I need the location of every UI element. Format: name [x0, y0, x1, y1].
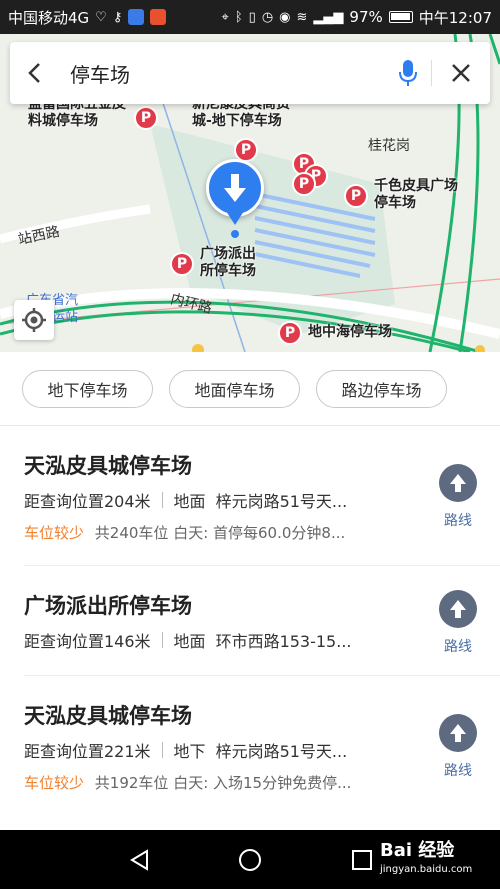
search-input[interactable]: 停车场 — [60, 59, 385, 88]
square-recents-icon — [352, 850, 372, 870]
clear-search-button[interactable] — [432, 42, 490, 104]
result-detail-text: 共240车位 白天: 首停每60.0分钟8... — [94, 524, 346, 542]
result-type: 地下 — [173, 742, 206, 761]
result-info: 距查询位置221米 地下 梓元岗路51号天... — [24, 738, 347, 762]
signal-icon: ▂▄▆ — [313, 9, 344, 25]
app-notification-icon — [128, 9, 145, 25]
status-bar: 中国移动4G ♡ ⚷ ⌖ ᛒ ▯ ◷ ◉ ≋ ▂▄▆ 97% 中午12:07 — [0, 0, 500, 34]
watermark-url: jingyan.baidu.com — [380, 864, 473, 875]
back-button[interactable] — [10, 42, 60, 104]
arrow-up-icon — [450, 724, 466, 742]
info-separator — [161, 492, 163, 508]
nav-back-button[interactable] — [126, 846, 154, 874]
result-info: 距查询位置204米 地面 梓元岗路51号天... — [24, 488, 347, 512]
result-address: 梓元岗路51号天... — [215, 492, 348, 511]
triangle-back-icon — [130, 849, 148, 871]
vibrate-icon: ▯ — [248, 9, 256, 25]
result-item[interactable]: 广场派出所停车场 距查询位置146米 地面 环市西路153-15... 路线 — [0, 566, 500, 676]
route-circle[interactable] — [439, 464, 477, 502]
route-label: 路线 — [444, 639, 472, 655]
crosshair-icon — [22, 308, 46, 332]
location-icon: ⌖ — [221, 9, 229, 25]
result-info: 距查询位置146米 地面 环市西路153-15... — [24, 628, 352, 652]
bluetooth-icon: ᛒ — [234, 9, 243, 25]
poi-label-dizhonghai[interactable]: 地中海停车场 — [308, 324, 392, 341]
arrow-up-icon — [450, 600, 466, 618]
circle-home-icon — [239, 849, 261, 871]
result-availability: 车位较少 — [24, 524, 85, 542]
route-label: 路线 — [444, 763, 472, 779]
result-address: 环市西路153-15... — [215, 632, 352, 651]
key-icon: ⚷ — [112, 9, 123, 25]
poi-label-guangchang[interactable]: 广场派出所停车场 — [200, 246, 268, 280]
results-list: 天泓皮具城停车场 距查询位置204米 地面 梓元岗路51号天... 车位较少 共… — [0, 426, 500, 830]
parking-pin[interactable]: P — [344, 184, 368, 208]
voice-search-button[interactable] — [385, 42, 431, 104]
filter-chip-underground[interactable]: 地下停车场 — [22, 370, 153, 408]
result-distance: 距查询位置204米 — [24, 492, 151, 511]
alarm-icon: ◷ — [261, 9, 274, 25]
info-separator — [161, 632, 163, 648]
result-detail-text: 共192车位 白天: 入场15分钟免费停... — [94, 774, 352, 792]
nav-home-button[interactable] — [236, 846, 264, 874]
filter-chip-roadside[interactable]: 路边停车场 — [316, 370, 447, 408]
result-type: 地面 — [173, 632, 206, 651]
result-title[interactable]: 天泓皮具城停车场 — [24, 700, 192, 730]
arrow-up-icon — [450, 474, 466, 492]
arrow-down-icon — [224, 174, 246, 202]
area-label-guihuagang: 桂花岗 — [368, 138, 410, 154]
route-button[interactable]: 路线 — [438, 714, 478, 780]
result-distance: 距查询位置146米 — [24, 632, 151, 651]
eye-icon: ◉ — [279, 9, 291, 25]
result-item[interactable]: 天泓皮具城停车场 距查询位置204米 地面 梓元岗路51号天... 车位较少 共… — [0, 426, 500, 566]
poi-label-qianse[interactable]: 千色皮具广场停车场 — [374, 178, 470, 212]
close-icon — [452, 64, 470, 82]
carrier-label: 中国移动4G — [8, 8, 90, 27]
app-notification-icon-2 — [150, 9, 167, 25]
route-button[interactable]: 路线 — [438, 464, 478, 530]
parking-pin[interactable]: P — [278, 321, 302, 345]
parking-pin[interactable]: P — [292, 172, 316, 196]
clock: 中午12:07 — [418, 8, 492, 27]
info-separator — [161, 742, 163, 758]
result-distance: 距查询位置221米 — [24, 742, 151, 761]
search-location-marker[interactable] — [206, 159, 264, 217]
route-circle[interactable] — [439, 714, 477, 752]
nav-recents-button[interactable] — [348, 846, 376, 874]
result-type: 地面 — [173, 492, 206, 511]
result-item[interactable]: 天泓皮具城停车场 距查询位置221米 地下 梓元岗路51号天... 车位较少 共… — [0, 676, 500, 826]
filter-chip-ground[interactable]: 地面停车场 — [169, 370, 300, 408]
baidu-watermark: Bai 经验 jingyan.baidu.com — [380, 836, 472, 875]
marker-tail — [226, 211, 244, 225]
result-details: 车位较少 共240车位 白天: 首停每60.0分钟8... — [24, 522, 345, 543]
parking-pin[interactable]: P — [134, 106, 158, 130]
wifi-icon: ≋ — [296, 9, 308, 25]
result-address: 梓元岗路51号天... — [215, 742, 348, 761]
battery-icon — [388, 11, 413, 23]
chevron-left-icon — [28, 63, 40, 83]
result-title[interactable]: 广场派出所停车场 — [24, 590, 192, 620]
result-details: 车位较少 共192车位 白天: 入场15分钟免费停... — [24, 772, 351, 793]
heart-icon: ♡ — [95, 9, 107, 25]
microphone-icon — [399, 60, 417, 86]
location-dot — [231, 230, 239, 238]
route-circle[interactable] — [439, 590, 477, 628]
search-bar[interactable]: 停车场 — [10, 42, 490, 104]
route-label: 路线 — [444, 513, 472, 529]
result-availability: 车位较少 — [24, 774, 85, 792]
filter-bar: 地下停车场 地面停车场 路边停车场 — [0, 352, 500, 426]
watermark-brand: Bai 经验 — [380, 840, 455, 861]
result-title[interactable]: 天泓皮具城停车场 — [24, 450, 192, 480]
parking-pin[interactable]: P — [170, 252, 194, 276]
battery-percent: 97% — [349, 8, 383, 26]
locate-me-button[interactable] — [14, 300, 54, 340]
route-button[interactable]: 路线 — [438, 590, 478, 656]
